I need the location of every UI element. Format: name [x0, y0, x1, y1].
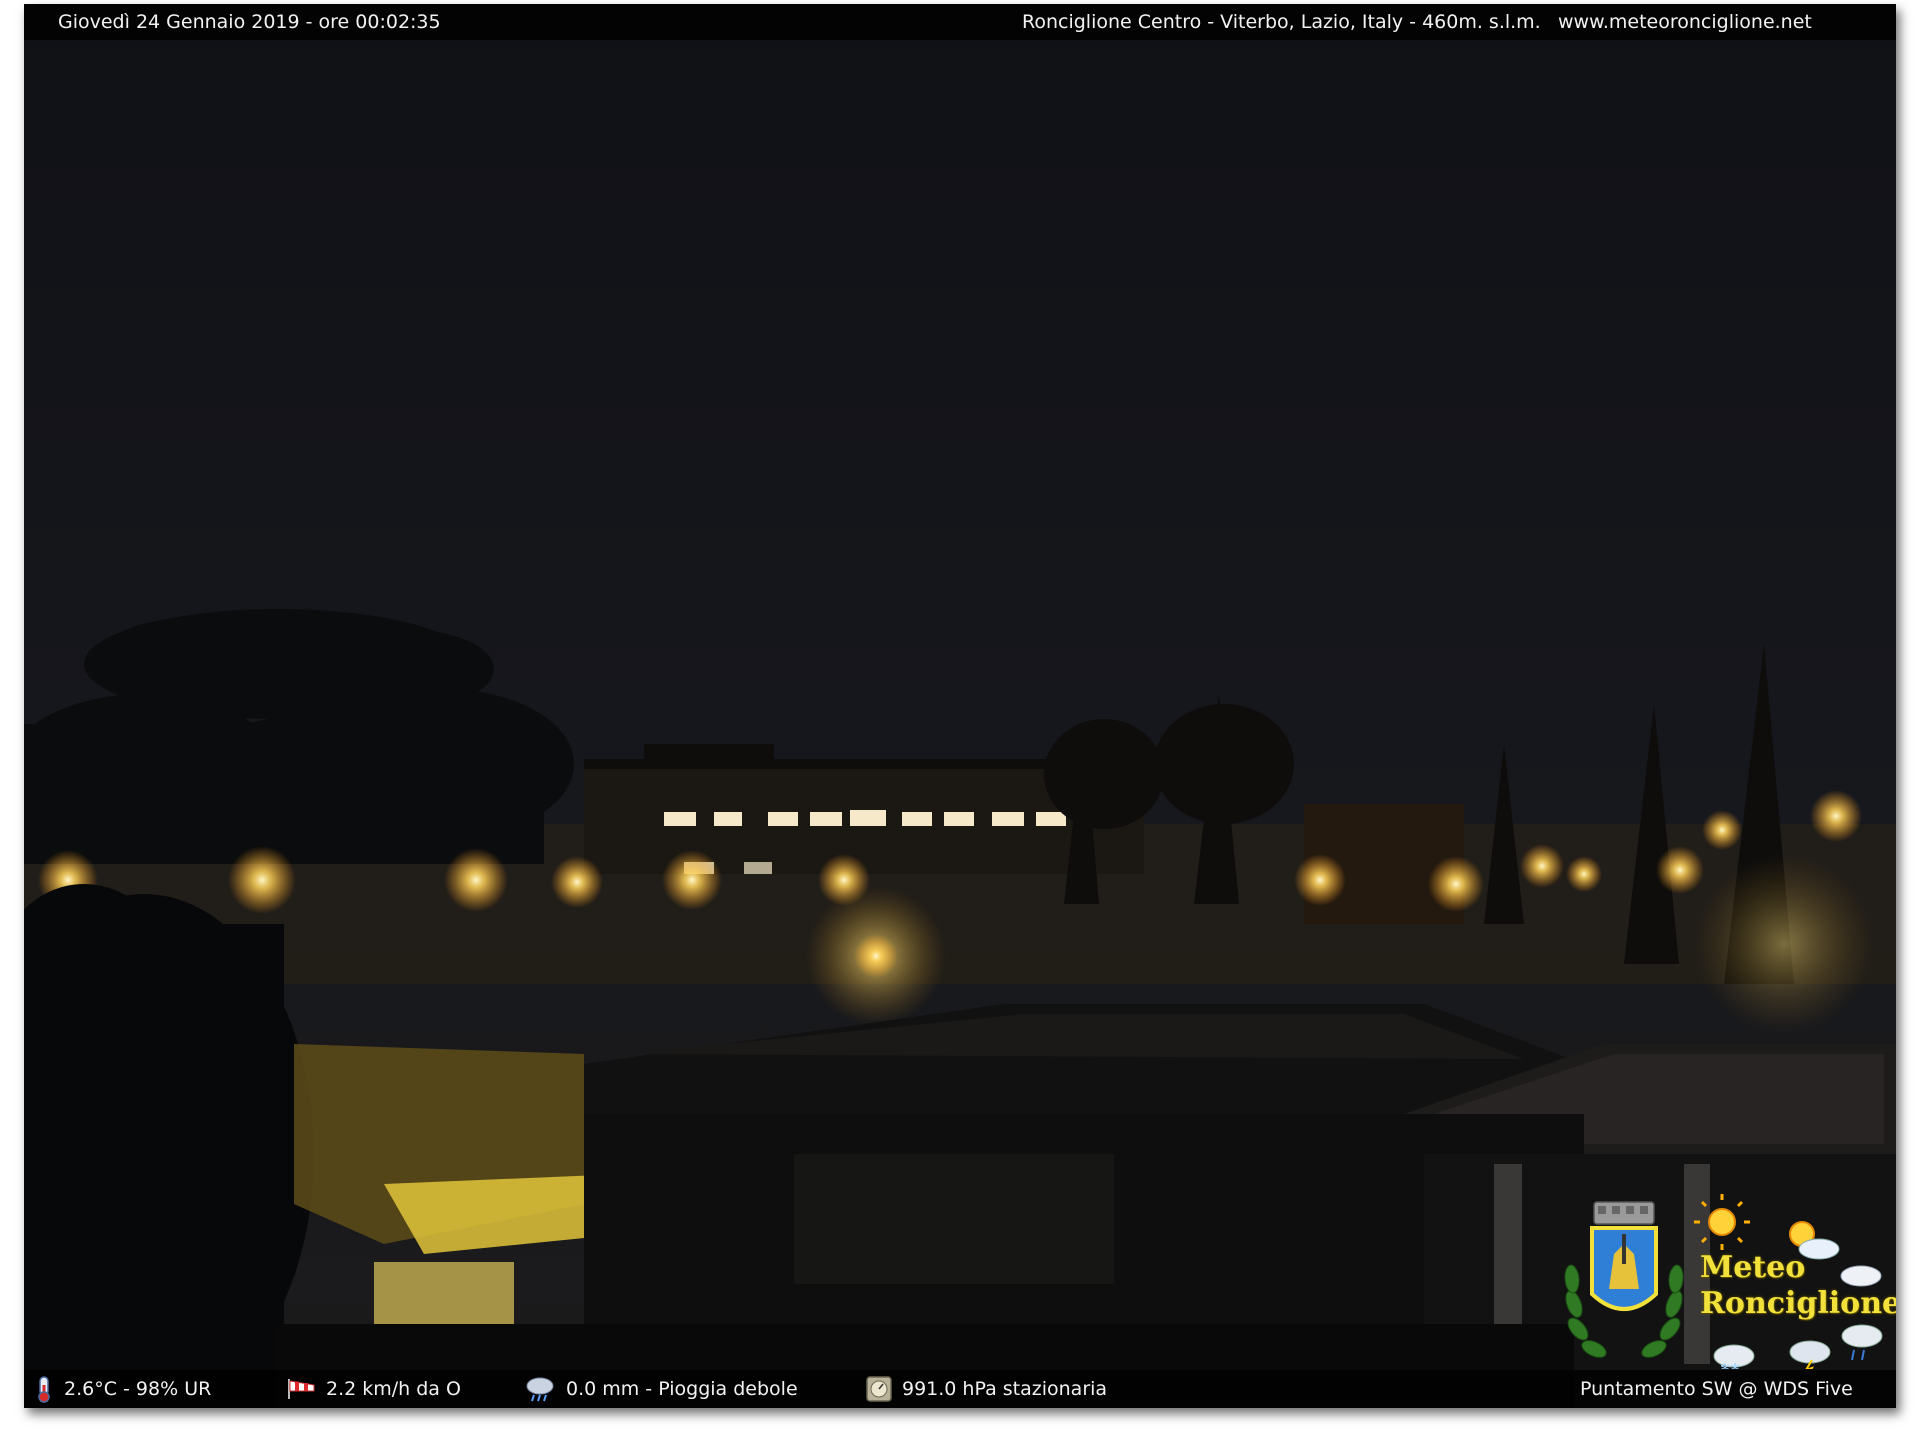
rain-stat: 0.0 mm - Pioggia debole [524, 1370, 798, 1408]
cloud-icon [1840, 1265, 1882, 1287]
wind-text: 2.2 km/h da O [326, 1378, 461, 1400]
windsock-icon [288, 1379, 315, 1399]
wind-stat: 2.2 km/h da O [286, 1370, 461, 1408]
website-link[interactable]: www.meteoronciglione.net [1558, 4, 1812, 40]
thermometer-icon [38, 1376, 50, 1403]
rain-text: 0.0 mm - Pioggia debole [566, 1378, 798, 1400]
temperature-stat: 2.6°C - 98% UR [34, 1370, 211, 1408]
logo-line-2: Ronciglione [1700, 1286, 1896, 1321]
crest-icon [1590, 1201, 1658, 1311]
pointing-label: Puntamento SW @ WDS Five [1580, 1378, 1853, 1400]
svg-text:✻✻: ✻✻ [1720, 1361, 1740, 1369]
barometer-icon [866, 1376, 892, 1402]
location-label: Ronciglione Centro - Viterbo, Lazio, Ita… [1022, 11, 1541, 33]
storm-icon [1789, 1340, 1831, 1369]
bottom-weather-bar: 2.6°C - 98% UR 2.2 km/h da O 0.0 mm - Pi… [24, 1370, 1896, 1408]
snow-icon: ✻✻ [1713, 1344, 1755, 1369]
pressure-text: 991.0 hPa stazionaria [902, 1378, 1108, 1400]
webcam-frame: Giovedì 24 Gennaio 2019 - ore 00:02:35 R… [24, 4, 1896, 1408]
temperature-text: 2.6°C - 98% UR [64, 1378, 212, 1400]
rain-cloud-icon [526, 1377, 554, 1402]
sun-icon [1694, 1194, 1750, 1250]
logo-line-1: Meteo [1700, 1250, 1806, 1285]
rain-icon [1841, 1324, 1883, 1361]
meteo-ronciglione-logo: ✻✻ Meteo Ronciglione [1554, 1194, 1896, 1369]
top-info-bar: Giovedì 24 Gennaio 2019 - ore 00:02:35 R… [24, 4, 1896, 40]
foreground-trees [24, 884, 314, 1408]
datetime-label: Giovedì 24 Gennaio 2019 - ore 00:02:35 [58, 11, 441, 33]
pressure-stat: 991.0 hPa stazionaria [866, 1370, 1107, 1408]
